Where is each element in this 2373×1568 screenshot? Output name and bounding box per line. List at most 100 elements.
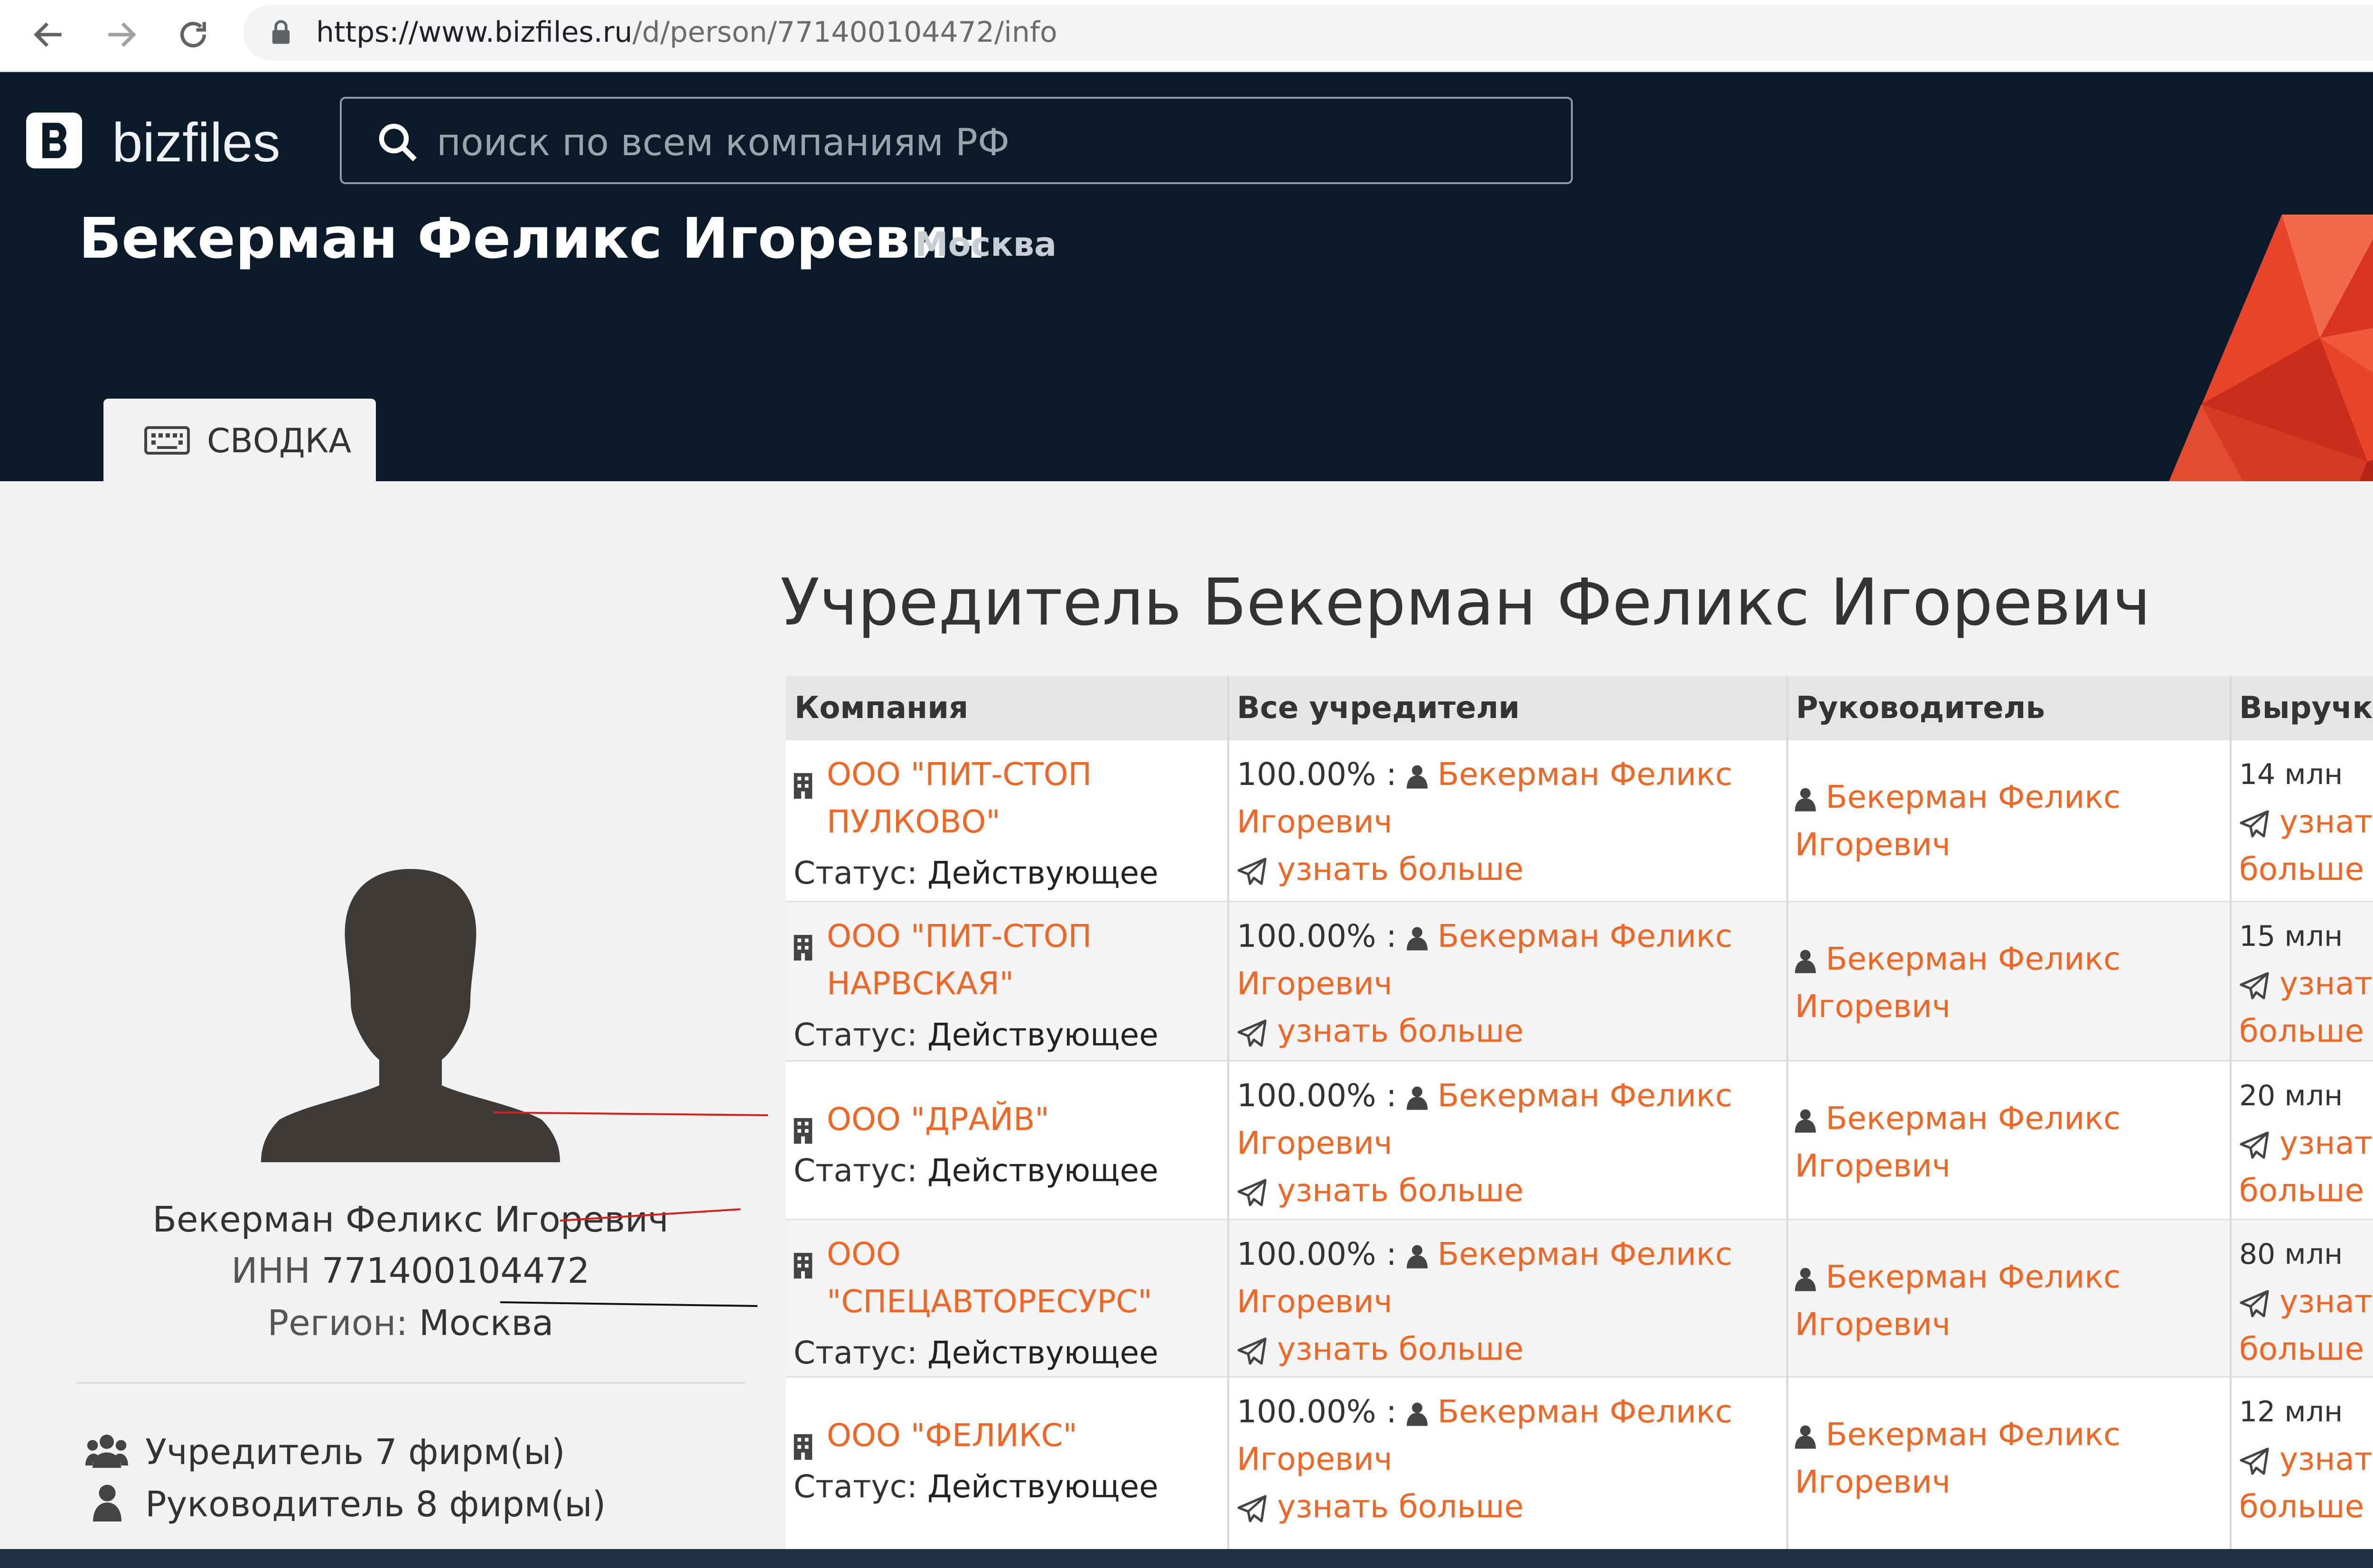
company-icon-wrap bbox=[794, 922, 813, 970]
director-link[interactable]: Бекерман Феликс bbox=[1826, 779, 2121, 815]
building-icon bbox=[794, 934, 813, 961]
company-link[interactable]: НАРВСКАЯ" bbox=[827, 965, 1014, 1002]
revenue-more-link[interactable]: узнать bbox=[2280, 1441, 2373, 1477]
revenue-more-link[interactable]: узнать bbox=[2280, 1125, 2373, 1161]
founder-link-cont[interactable]: Игоревич bbox=[1237, 1441, 1392, 1477]
founder-link-cont[interactable]: Игоревич bbox=[1237, 803, 1392, 840]
inn-label: ИНН bbox=[231, 1251, 311, 1291]
back-arrow-icon bbox=[34, 22, 62, 47]
logo-b-icon[interactable] bbox=[25, 111, 84, 170]
url-host: https://www.bizfiles.ru bbox=[316, 16, 633, 49]
section-title: Учредитель Бекерман Феликс Игоревич bbox=[780, 565, 2151, 640]
founder-link-cont[interactable]: Игоревич bbox=[1237, 1125, 1392, 1161]
revenue-more-link[interactable]: узнать bbox=[2280, 965, 2373, 1002]
revenue-more-link-cont[interactable]: больше bbox=[2239, 1172, 2364, 1209]
revenue-cell: 20 млн узнать больше bbox=[2239, 1072, 2373, 1214]
site-header: bizfiles Бекерман Феликс Игоревич Москва… bbox=[0, 72, 2373, 481]
search-input[interactable] bbox=[436, 114, 1543, 172]
director-link[interactable]: Бекерман Феликс bbox=[1826, 1416, 2121, 1453]
logo-text[interactable]: bizfiles bbox=[112, 109, 280, 176]
founder-link[interactable]: Бекерман Феликс bbox=[1438, 756, 1732, 793]
back-button[interactable] bbox=[23, 9, 75, 61]
company-icon-wrap bbox=[794, 1240, 813, 1288]
revenue-more-link-cont[interactable]: больше bbox=[2239, 1331, 2364, 1367]
status-label: Статус: bbox=[794, 1152, 918, 1189]
founder-link[interactable]: Бекерман Феликс bbox=[1438, 1393, 1732, 1430]
director-link[interactable]: Бекерман Феликс bbox=[1826, 1100, 2121, 1137]
company-link[interactable]: ООО "ФЕЛИКС" bbox=[827, 1417, 1077, 1454]
status-label: Статус: bbox=[794, 1017, 918, 1053]
paper-plane-icon bbox=[1237, 1019, 1267, 1047]
header-company: Компания bbox=[786, 676, 1237, 740]
person-icon bbox=[1406, 1245, 1428, 1269]
url-path: /d/person/771400104472/info bbox=[632, 16, 1057, 49]
founder-count: 7 фирм(ы) bbox=[374, 1432, 565, 1473]
revenue-more-link-cont[interactable]: больше bbox=[2239, 1488, 2364, 1525]
revenue-more-link[interactable]: узнать bbox=[2280, 1283, 2373, 1320]
status-value: Действующее bbox=[927, 1468, 1158, 1505]
paper-plane-icon bbox=[2240, 810, 2269, 838]
learn-more-link[interactable]: узнать больше bbox=[1277, 851, 1523, 887]
founder-link-cont[interactable]: Игоревич bbox=[1237, 1283, 1392, 1320]
revenue-value: 20 млн bbox=[2239, 1079, 2343, 1112]
director-link-cont[interactable]: Игоревич bbox=[1795, 1148, 1951, 1184]
paper-plane-icon bbox=[2240, 1131, 2269, 1159]
revenue-more-link[interactable]: узнать bbox=[2280, 803, 2373, 840]
learn-more-link[interactable]: узнать больше bbox=[1277, 1172, 1523, 1209]
learn-more-link[interactable]: узнать больше bbox=[1277, 1331, 1523, 1367]
founder-link[interactable]: Бекерман Феликс bbox=[1438, 918, 1732, 954]
url-text[interactable]: https://www.bizfiles.ru/d/person/7714001… bbox=[316, 14, 1057, 50]
revenue-more-link-cont[interactable]: больше bbox=[2239, 1013, 2364, 1049]
learn-more-link[interactable]: узнать больше bbox=[1277, 1013, 1523, 1049]
share-value: 100.00% : bbox=[1237, 1077, 1397, 1114]
share-value: 100.00% : bbox=[1237, 1236, 1397, 1272]
table-row: ООО "ФЕЛИКС" Статус: Действующее 100.00% :… bbox=[786, 1376, 2373, 1536]
director-link-cont[interactable]: Игоревич bbox=[1795, 826, 1951, 863]
director-link[interactable]: Бекерман Феликс bbox=[1826, 1259, 2121, 1295]
revenue-value: 15 млн bbox=[2239, 920, 2343, 953]
learn-more-link[interactable]: узнать больше bbox=[1277, 1488, 1523, 1525]
founder-count-link[interactable]: Учредитель 7 фирм(ы) bbox=[145, 1428, 565, 1476]
person-icon bbox=[1406, 765, 1428, 789]
director-cell: Бекерман Феликс Игоревич bbox=[1795, 935, 2222, 1030]
forward-button[interactable] bbox=[95, 9, 147, 61]
search-icon[interactable] bbox=[375, 120, 420, 165]
company-link[interactable]: "СПЕЦАВТОРЕСУРС" bbox=[827, 1283, 1152, 1320]
building-icon bbox=[794, 1434, 813, 1460]
company-icon-wrap bbox=[794, 1421, 813, 1469]
building-icon bbox=[794, 1118, 813, 1144]
company-status: Статус: Действующее bbox=[794, 1463, 1221, 1511]
revenue-more-link-cont[interactable]: больше bbox=[2239, 851, 2364, 887]
founder-companies-table: Компания Все учредители Руководитель Выр… bbox=[786, 676, 2373, 1549]
share-value: 100.00% : bbox=[1237, 918, 1397, 954]
column-divider bbox=[1786, 676, 1788, 1549]
company-status: Статус: Действующее bbox=[794, 849, 1221, 897]
paper-plane-icon bbox=[1237, 1179, 1267, 1206]
reload-button[interactable] bbox=[167, 9, 219, 61]
founders-cell: 100.00% : Бекерман Феликс Игоревич узнать… bbox=[1237, 1388, 1778, 1531]
tab-summary-label[interactable]: СВОДКА bbox=[207, 420, 351, 462]
company-link[interactable]: ООО "ДРАЙВ" bbox=[827, 1101, 1049, 1138]
person-icon bbox=[1406, 1402, 1428, 1426]
forward-arrow-icon bbox=[108, 22, 136, 47]
director-link[interactable]: Бекерман Феликс bbox=[1826, 941, 2121, 977]
founder-link[interactable]: Бекерман Феликс bbox=[1438, 1077, 1732, 1114]
director-link-cont[interactable]: Игоревич bbox=[1795, 1464, 1951, 1500]
page-title: Бекерман Феликс Игоревич bbox=[79, 205, 988, 271]
company-link[interactable]: ООО bbox=[827, 1236, 901, 1272]
founder-link[interactable]: Бекерман Феликс bbox=[1438, 1236, 1732, 1272]
manager-count-link[interactable]: Руководитель 8 фирм(ы) bbox=[145, 1481, 606, 1528]
person-icon bbox=[1795, 1109, 1816, 1133]
company-link[interactable]: ООО "ПИТ-СТОП bbox=[827, 756, 1092, 793]
director-link-cont[interactable]: Игоревич bbox=[1795, 1306, 1951, 1343]
company-link[interactable]: ООО "ПИТ-СТОП bbox=[827, 918, 1092, 954]
column-divider bbox=[1227, 676, 1229, 1549]
region-label: Регион: bbox=[267, 1303, 408, 1344]
company-cell: ООО "ФЕЛИКС" bbox=[794, 1412, 1221, 1460]
director-link-cont[interactable]: Игоревич bbox=[1795, 988, 1951, 1025]
founder-link-cont[interactable]: Игоревич bbox=[1237, 965, 1392, 1002]
profile-divider bbox=[76, 1382, 745, 1384]
revenue-cell: 14 млн узнать больше bbox=[2239, 751, 2373, 893]
founders-cell: 100.00% : Бекерман Феликс Игоревич узнать… bbox=[1237, 1231, 1778, 1373]
company-link[interactable]: ПУЛКОВО" bbox=[827, 803, 1000, 840]
